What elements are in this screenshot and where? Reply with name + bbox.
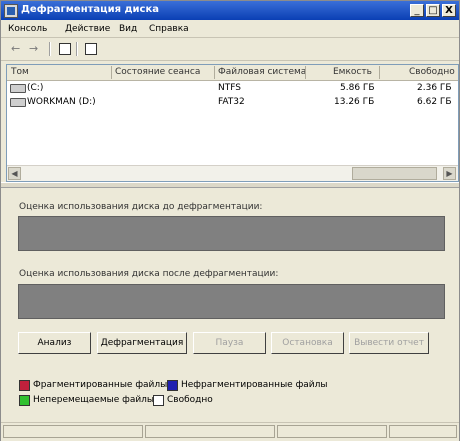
free-space-swatch <box>153 395 164 406</box>
status-cell <box>3 425 143 438</box>
analyze-button[interactable]: Анализ <box>18 332 91 354</box>
contiguous-swatch <box>167 380 178 391</box>
volume-capacity: 13.26 ГБ <box>334 97 375 107</box>
volume-name: WORKMAN (D:) <box>27 97 96 107</box>
column-session-status[interactable]: Состояние сеанса <box>115 67 200 77</box>
fragmented-swatch <box>19 380 30 391</box>
column-capacity[interactable]: Емкость <box>333 67 372 77</box>
menu-bar: Консоль Действие Вид Справка <box>1 21 459 38</box>
unmovable-swatch <box>19 395 30 406</box>
pause-button[interactable]: Пауза <box>193 332 266 354</box>
close-button[interactable]: X <box>442 4 456 17</box>
legend-free: Свободно <box>167 395 213 405</box>
back-arrow-icon[interactable]: ← <box>11 42 20 56</box>
minimize-button[interactable]: _ <box>410 4 424 17</box>
menu-action[interactable]: Действие <box>65 24 110 34</box>
volume-fs: FAT32 <box>218 97 245 107</box>
status-cell <box>389 425 457 438</box>
title-bar: Дефрагментация диска _ □ X <box>1 1 459 20</box>
toolbar-separator <box>49 42 51 56</box>
before-defrag-display <box>18 216 445 251</box>
scroll-right-icon[interactable]: ▶ <box>443 167 456 180</box>
menu-console[interactable]: Консоль <box>8 24 47 34</box>
menu-view[interactable]: Вид <box>119 24 137 34</box>
column-file-system[interactable]: Файловая система <box>218 67 306 77</box>
after-defrag-label: Оценка использования диска после дефрагм… <box>19 269 279 279</box>
toolbar: ← → <box>1 38 459 61</box>
volume-free: 2.36 ГБ <box>417 83 452 93</box>
toolbar-separator <box>76 42 78 56</box>
pane-splitter[interactable] <box>1 182 459 188</box>
scroll-left-icon[interactable]: ◀ <box>8 167 21 180</box>
stop-button[interactable]: Остановка <box>271 332 344 354</box>
volume-capacity: 5.86 ГБ <box>340 83 375 93</box>
after-defrag-display <box>18 284 445 319</box>
volume-fs: NTFS <box>218 83 241 93</box>
legend-fragmented: Фрагментированные файлы <box>33 380 168 390</box>
forward-arrow-icon[interactable]: → <box>29 42 38 56</box>
status-cell <box>145 425 275 438</box>
horizontal-scrollbar[interactable]: ◀ ▶ <box>7 165 458 181</box>
status-bar <box>1 422 459 441</box>
properties-icon[interactable] <box>85 43 97 55</box>
status-cell <box>277 425 387 438</box>
volume-free: 6.62 ГБ <box>417 97 452 107</box>
volume-row[interactable]: (C:) NTFS 5.86 ГБ 2.36 ГБ <box>7 82 458 95</box>
legend-unmovable: Неперемещаемые файлы <box>33 395 155 405</box>
defragment-button[interactable]: Дефрагментация <box>97 332 187 354</box>
defrag-window: Дефрагментация диска _ □ X Консоль Дейст… <box>0 0 460 441</box>
drive-icon <box>10 98 26 107</box>
app-icon <box>4 4 18 18</box>
window-title: Дефрагментация диска <box>21 4 160 15</box>
volume-list-header: Том Состояние сеанса Файловая система Ем… <box>7 65 458 81</box>
volume-name: (C:) <box>27 83 44 93</box>
before-defrag-label: Оценка использования диска до дефрагмент… <box>19 202 263 212</box>
view-report-button[interactable]: Вывести отчет <box>349 332 429 354</box>
drive-icon <box>10 84 26 93</box>
volume-list[interactable]: Том Состояние сеанса Файловая система Ем… <box>6 64 459 182</box>
scrollbar-thumb[interactable] <box>352 167 437 180</box>
column-volume[interactable]: Том <box>11 67 29 77</box>
menu-help[interactable]: Справка <box>149 24 189 34</box>
console-tree-icon[interactable] <box>59 43 71 55</box>
volume-row[interactable]: WORKMAN (D:) FAT32 13.26 ГБ 6.62 ГБ <box>7 96 458 109</box>
maximize-button[interactable]: □ <box>426 4 440 17</box>
column-free-space[interactable]: Свободно <box>409 67 455 77</box>
legend-contiguous: Нефрагментированные файлы <box>181 380 328 390</box>
